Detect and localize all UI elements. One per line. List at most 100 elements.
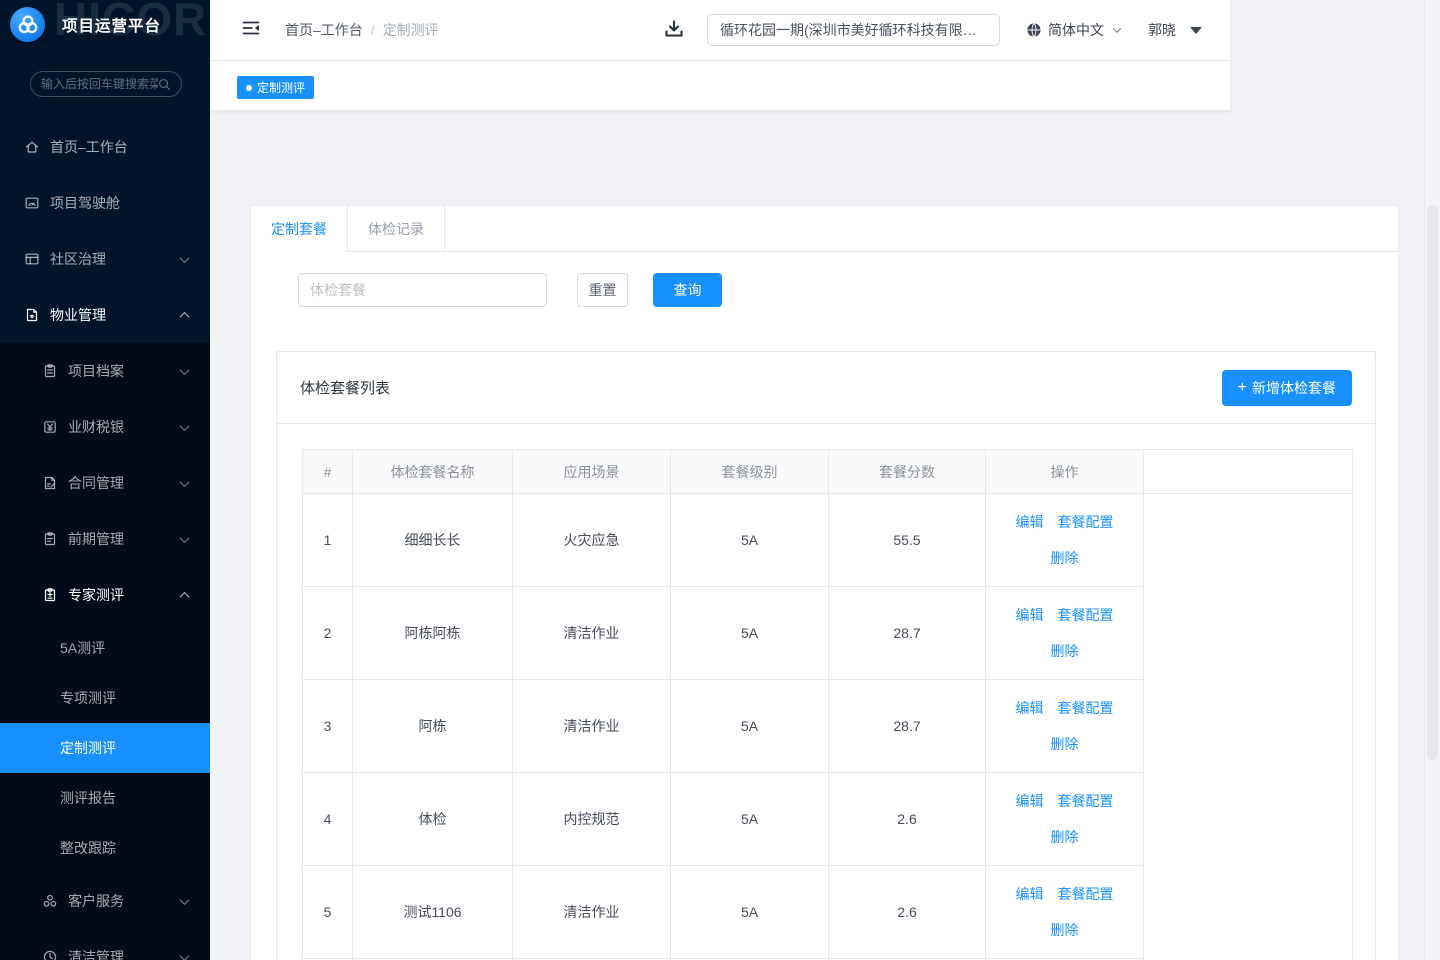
breadcrumb-item-current: 定制测评 (383, 20, 439, 40)
language-switcher[interactable]: 简体中文 (1026, 20, 1120, 40)
home-icon (24, 139, 40, 155)
scene-cell: 清洁作业 (513, 680, 671, 773)
sidebar-item-expert-evaluation[interactable]: 专家测评 (0, 575, 210, 615)
table-header-row: #体检套餐名称应用场景套餐级别套餐分数操作 (303, 450, 1353, 494)
sidebar-item-label: 专项测评 (60, 688, 116, 708)
package-name-cell: 阿栋阿栋 (353, 587, 513, 680)
sidebar-item-label: 物业管理 (50, 305, 106, 325)
route-tag-label: 定制测评 (257, 79, 305, 96)
package-list-title: 体检套餐列表 (300, 377, 390, 398)
breadcrumb-item-home[interactable]: 首页–工作台 (285, 20, 363, 40)
sidebar: HICORE 项目运营平台 首页–工作台项目驾驶舱社区治理物业管理项目档案业财税… (0, 0, 210, 960)
level-cell: 5A (671, 494, 829, 587)
globe-icon (1026, 22, 1042, 38)
sidebar-item-5a-evaluation[interactable]: 5A测评 (0, 623, 210, 673)
chevron-down-icon (180, 533, 190, 543)
table-header-filler (1144, 450, 1353, 494)
sidebar-item-customer-service[interactable]: 客户服务 (0, 881, 210, 921)
sidebar-item-project-archive[interactable]: 项目档案 (0, 351, 210, 391)
sidebar-item-home-workbench[interactable]: 首页–工作台 (0, 127, 210, 167)
user-menu[interactable]: 郭晓 (1148, 20, 1202, 40)
filter-row: 重置 查询 (298, 273, 722, 307)
sidebar-item-cleaning-management[interactable]: 清洁管理 (0, 937, 210, 960)
score-cell: 55.5 (829, 494, 986, 587)
sidebar-item-custom-evaluation[interactable]: 定制测评 (0, 723, 210, 773)
contract-icon (42, 475, 58, 491)
package-search-input[interactable] (298, 273, 547, 307)
caret-down-icon (1190, 27, 1202, 34)
package-name-cell: 测试1106 (353, 866, 513, 959)
delete-link[interactable]: 删除 (1051, 922, 1079, 938)
tab-checkup-record[interactable]: 体检记录 (348, 206, 445, 251)
sidebar-item-special-evaluation[interactable]: 专项测评 (0, 673, 210, 723)
menu-search-input[interactable] (41, 77, 158, 91)
actions-cell: 编辑套餐配置删除 (986, 587, 1144, 680)
package-config-link[interactable]: 套餐配置 (1058, 607, 1114, 623)
sidebar-item-early-stage-management[interactable]: 前期管理 (0, 519, 210, 559)
sidebar-item-label: 业财税银 (68, 417, 124, 437)
project-select-value: 循环花园一期(深圳市美好循环科技有限… (720, 20, 977, 40)
project-select[interactable]: 循环花园一期(深圳市美好循环科技有限… (707, 14, 1000, 46)
sidebar-item-evaluation-report[interactable]: 测评报告 (0, 773, 210, 823)
chevron-down-icon (180, 951, 190, 960)
delete-link[interactable]: 删除 (1051, 829, 1079, 845)
level-cell: 5A (671, 866, 829, 959)
sidebar-item-property-management[interactable]: 物业管理 (0, 295, 210, 335)
package-config-link[interactable]: 套餐配置 (1058, 886, 1114, 902)
sidebar-item-project-cockpit[interactable]: 项目驾驶舱 (0, 183, 210, 223)
community-icon (24, 251, 40, 267)
menu-search-box[interactable] (30, 71, 182, 97)
archive-icon (42, 363, 58, 379)
add-package-button[interactable]: + 新增体检套餐 (1222, 370, 1352, 406)
sidebar-item-label: 项目档案 (68, 361, 124, 381)
delete-link[interactable]: 删除 (1051, 643, 1079, 659)
app-logo-icon (10, 7, 45, 42)
menu-fold-icon[interactable] (241, 18, 261, 38)
tab-custom-package[interactable]: 定制套餐 (251, 206, 348, 252)
search-icon (158, 78, 171, 91)
actions-cell: 编辑套餐配置删除 (986, 866, 1144, 959)
app-logo-row: 项目运营平台 (10, 7, 161, 42)
sidebar-item-finance-tax-bank[interactable]: 业财税银 (0, 407, 210, 447)
chevron-up-icon (180, 591, 190, 601)
download-icon[interactable] (662, 18, 686, 42)
package-config-link[interactable]: 套餐配置 (1058, 793, 1114, 809)
main-content-card: 定制套餐 体检记录 重置 查询 体检套餐列表 + 新增体检套餐 #体检套餐名称应… (250, 205, 1399, 960)
username: 郭晓 (1148, 20, 1176, 40)
app-title: 项目运营平台 (62, 14, 161, 36)
edit-link[interactable]: 编辑 (1016, 793, 1044, 809)
chevron-down-icon (180, 477, 190, 487)
actions-cell: 编辑套餐配置删除 (986, 680, 1144, 773)
sidebar-item-contract-management[interactable]: 合同管理 (0, 463, 210, 503)
sidebar-item-rectification-tracking[interactable]: 整改跟踪 (0, 823, 210, 873)
window-scrollbar[interactable] (1424, 0, 1440, 960)
edit-link[interactable]: 编辑 (1016, 886, 1044, 902)
add-package-label: 新增体检套餐 (1252, 378, 1336, 398)
score-cell: 28.7 (829, 680, 986, 773)
actions-cell: 编辑套餐配置删除 (986, 773, 1144, 866)
package-table-wrap: #体检套餐名称应用场景套餐级别套餐分数操作 1细细长长火灾应急5A55.5编辑套… (302, 449, 1350, 960)
package-config-link[interactable]: 套餐配置 (1058, 514, 1114, 530)
delete-link[interactable]: 删除 (1051, 736, 1079, 752)
row-index-cell: 4 (303, 773, 353, 866)
dashboard-icon (24, 195, 40, 211)
scrollbar-thumb[interactable] (1427, 205, 1438, 760)
package-name-cell: 体检 (353, 773, 513, 866)
query-button[interactable]: 查询 (653, 273, 722, 307)
table-header-cell: 操作 (986, 450, 1144, 494)
actions-cell: 编辑套餐配置删除 (986, 494, 1144, 587)
edit-link[interactable]: 编辑 (1016, 700, 1044, 716)
edit-link[interactable]: 编辑 (1016, 514, 1044, 530)
chevron-down-icon (180, 253, 190, 263)
route-tag-active[interactable]: 定制测评 (237, 76, 314, 99)
reset-button[interactable]: 重置 (577, 273, 628, 307)
sidebar-item-label: 整改跟踪 (60, 838, 116, 858)
delete-link[interactable]: 删除 (1051, 550, 1079, 566)
sidebar-item-label: 测评报告 (60, 788, 116, 808)
sidebar-item-label: 前期管理 (68, 529, 124, 549)
sidebar-item-community-governance[interactable]: 社区治理 (0, 239, 210, 279)
edit-link[interactable]: 编辑 (1016, 607, 1044, 623)
property-icon (24, 307, 40, 323)
package-config-link[interactable]: 套餐配置 (1058, 700, 1114, 716)
level-cell: 5A (671, 680, 829, 773)
